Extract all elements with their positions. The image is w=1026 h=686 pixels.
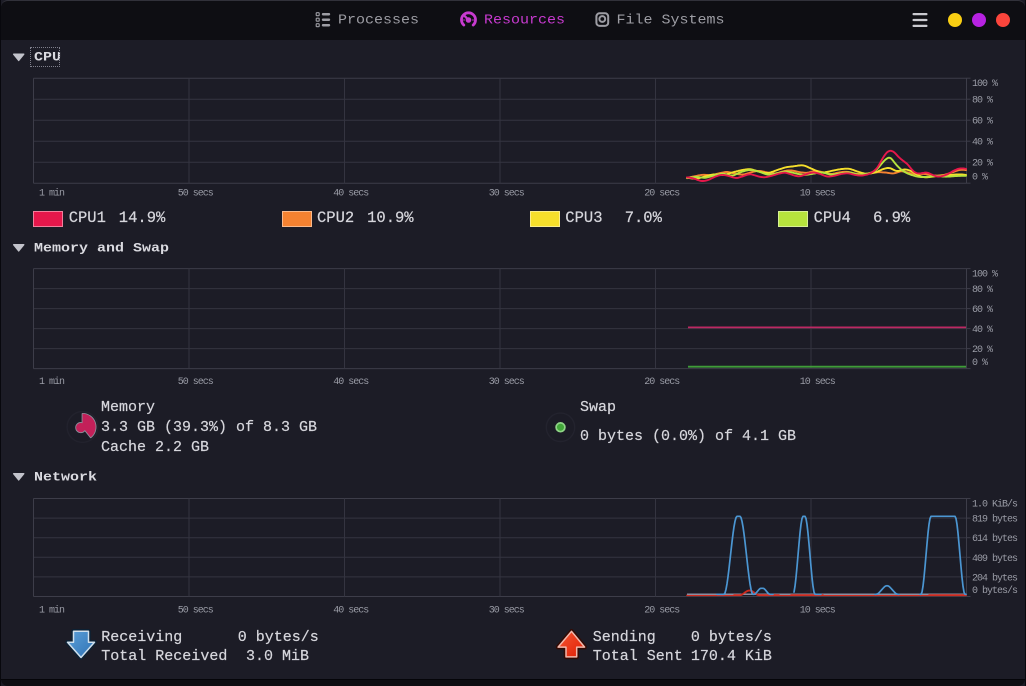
svg-text:0 %: 0 % <box>972 173 988 184</box>
svg-text:100 %: 100 % <box>972 79 998 90</box>
svg-text:40 secs: 40 secs <box>333 605 369 616</box>
svg-text:80 %: 80 % <box>972 96 993 107</box>
svg-text:20 secs: 20 secs <box>644 377 680 388</box>
svg-text:204 bytes: 204 bytes <box>972 572 1018 584</box>
svg-text:50 secs: 50 secs <box>178 188 214 199</box>
svg-text:50 secs: 50 secs <box>178 605 214 616</box>
svg-text:614 bytes: 614 bytes <box>972 533 1018 545</box>
svg-text:1 min: 1 min <box>39 604 65 616</box>
svg-text:30 secs: 30 secs <box>489 188 525 199</box>
svg-text:30 secs: 30 secs <box>489 377 525 388</box>
svg-text:40 secs: 40 secs <box>333 377 369 388</box>
svg-text:60 %: 60 % <box>972 305 993 316</box>
svg-text:80 %: 80 % <box>972 285 993 296</box>
svg-text:1 min: 1 min <box>39 376 65 388</box>
svg-text:20 %: 20 % <box>972 159 993 170</box>
svg-text:50 secs: 50 secs <box>178 377 214 388</box>
svg-text:40 %: 40 % <box>972 325 993 336</box>
svg-text:60 %: 60 % <box>972 117 993 128</box>
svg-text:0 %: 0 % <box>972 358 988 369</box>
svg-text:1.0 KiB/s: 1.0 KiB/s <box>972 498 1018 510</box>
svg-text:10 secs: 10 secs <box>800 605 836 616</box>
svg-text:40 secs: 40 secs <box>333 188 369 199</box>
svg-text:20 secs: 20 secs <box>644 188 680 199</box>
svg-text:40 %: 40 % <box>972 138 993 149</box>
svg-text:100 %: 100 % <box>972 269 998 280</box>
svg-text:20 %: 20 % <box>972 345 993 356</box>
svg-text:10 secs: 10 secs <box>800 188 836 199</box>
svg-text:20 secs: 20 secs <box>644 605 680 616</box>
svg-text:409 bytes: 409 bytes <box>972 553 1018 565</box>
svg-text:1 min: 1 min <box>39 187 65 199</box>
svg-text:819 bytes: 819 bytes <box>972 514 1018 526</box>
svg-text:10 secs: 10 secs <box>800 377 836 388</box>
svg-text:0 bytes/s: 0 bytes/s <box>972 585 1018 597</box>
svg-text:30 secs: 30 secs <box>489 605 525 616</box>
